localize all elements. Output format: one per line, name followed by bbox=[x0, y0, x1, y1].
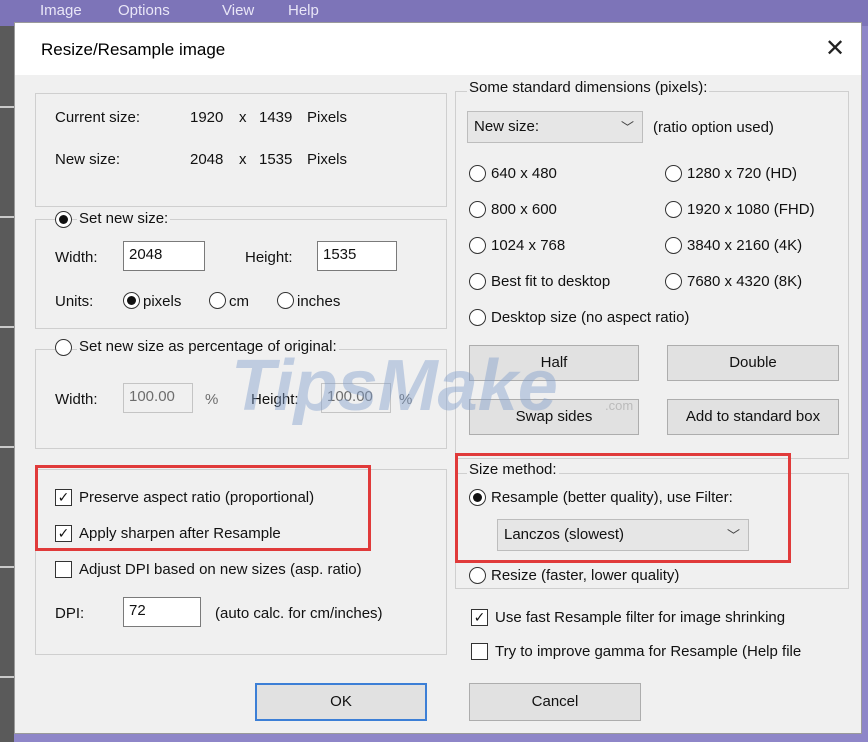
cancel-button[interactable]: Cancel bbox=[469, 683, 641, 721]
new-height-value: 1535 bbox=[259, 151, 293, 168]
std-800-label: 800 x 600 bbox=[491, 201, 557, 218]
dpi-input[interactable]: 72 bbox=[123, 597, 201, 627]
chevron-down-icon: ﹀ bbox=[620, 120, 634, 135]
best-fit-label: Best fit to desktop bbox=[491, 273, 611, 290]
pct-width-input[interactable]: 100.00 bbox=[123, 383, 193, 413]
resize-radio[interactable] bbox=[469, 567, 486, 584]
set-new-size-label: Set new size: bbox=[77, 210, 171, 227]
pct-width-label: Width: bbox=[55, 391, 98, 408]
dialog-title: Resize/Resample image bbox=[41, 40, 226, 59]
bg-menu-options[interactable]: Options bbox=[118, 2, 170, 19]
fast-resample-checkbox[interactable]: ✓ bbox=[471, 609, 488, 626]
set-new-size-group bbox=[35, 219, 447, 329]
close-button[interactable]: ✕ bbox=[815, 31, 855, 67]
new-x: x bbox=[239, 151, 247, 168]
width-label: Width: bbox=[55, 249, 98, 266]
std-3840-radio[interactable] bbox=[665, 237, 682, 254]
unit-pixels-radio[interactable] bbox=[123, 292, 140, 309]
highlight-box-size-method bbox=[455, 453, 791, 563]
new-unit: Pixels bbox=[307, 151, 348, 168]
height-label: Height: bbox=[245, 249, 293, 266]
new-size-dropdown[interactable]: New size: ﹀ bbox=[467, 111, 643, 143]
best-fit-radio[interactable] bbox=[469, 273, 486, 290]
close-icon: ✕ bbox=[824, 35, 846, 62]
dpi-note: (auto calc. for cm/inches) bbox=[215, 605, 383, 622]
fast-resample-label: Use fast Resample filter for image shrin… bbox=[495, 609, 786, 626]
current-x: x bbox=[239, 109, 247, 126]
desktop-size-label: Desktop size (no aspect ratio) bbox=[491, 309, 690, 326]
current-width-value: 1920 bbox=[190, 109, 224, 126]
std-1920-radio[interactable] bbox=[665, 201, 682, 218]
std-640-radio[interactable] bbox=[469, 165, 486, 182]
adjust-dpi-checkbox[interactable] bbox=[55, 561, 72, 578]
unit-cm-radio[interactable] bbox=[209, 292, 226, 309]
new-size-dropdown-value: New size: bbox=[474, 118, 540, 135]
ok-button[interactable]: OK bbox=[255, 683, 427, 721]
bg-menu-view[interactable]: View bbox=[222, 2, 254, 19]
std-1280-radio[interactable] bbox=[665, 165, 682, 182]
ratio-note: (ratio option used) bbox=[653, 119, 774, 136]
new-width-value: 2048 bbox=[190, 151, 224, 168]
highlight-box-options bbox=[35, 465, 371, 551]
std-7680-radio[interactable] bbox=[665, 273, 682, 290]
title-bar: Resize/Resample image ✕ bbox=[15, 23, 861, 75]
std-800-radio[interactable] bbox=[469, 201, 486, 218]
double-button[interactable]: Double bbox=[667, 345, 839, 381]
resize-label: Resize (faster, lower quality) bbox=[491, 567, 680, 584]
std-1280-label: 1280 x 720 (HD) bbox=[687, 165, 798, 182]
units-label: Units: bbox=[55, 293, 94, 310]
std-3840-label: 3840 x 2160 (4K) bbox=[687, 237, 803, 254]
std-1024-label: 1024 x 768 bbox=[491, 237, 566, 254]
bg-menu-image[interactable]: Image bbox=[40, 2, 82, 19]
unit-cm-label: cm bbox=[229, 293, 249, 310]
set-new-size-radio[interactable] bbox=[55, 211, 72, 228]
current-height-value: 1439 bbox=[259, 109, 293, 126]
gamma-label: Try to improve gamma for Resample (Help … bbox=[495, 643, 802, 660]
height-input[interactable]: 1535 bbox=[317, 241, 397, 271]
bg-menu-help[interactable]: Help bbox=[288, 2, 319, 19]
gamma-checkbox[interactable] bbox=[471, 643, 488, 660]
current-size-label: Current size: bbox=[55, 109, 141, 126]
watermark-suffix: .com bbox=[605, 398, 634, 413]
unit-inches-radio[interactable] bbox=[277, 292, 294, 309]
std-640-label: 640 x 480 bbox=[491, 165, 557, 182]
percentage-radio[interactable] bbox=[55, 339, 72, 356]
unit-inches-label: inches bbox=[297, 293, 341, 310]
desktop-size-radio[interactable] bbox=[469, 309, 486, 326]
background-image-strip bbox=[0, 26, 14, 742]
standard-dimensions-title: Some standard dimensions (pixels): bbox=[467, 79, 710, 96]
new-size-label: New size: bbox=[55, 151, 121, 168]
unit-pixels-label: pixels bbox=[143, 293, 182, 310]
dpi-label: DPI: bbox=[55, 605, 85, 622]
resize-dialog: Resize/Resample image ✕ Current size: 19… bbox=[14, 22, 862, 734]
current-unit: Pixels bbox=[307, 109, 348, 126]
add-to-standard-button[interactable]: Add to standard box bbox=[667, 399, 839, 435]
adjust-dpi-label: Adjust DPI based on new sizes (asp. rati… bbox=[79, 561, 362, 578]
std-1920-label: 1920 x 1080 (FHD) bbox=[687, 201, 815, 218]
std-1024-radio[interactable] bbox=[469, 237, 486, 254]
width-input[interactable]: 2048 bbox=[123, 241, 205, 271]
std-7680-label: 7680 x 4320 (8K) bbox=[687, 273, 803, 290]
pct-width-unit: % bbox=[205, 391, 219, 408]
watermark-logo: TipsMake bbox=[231, 346, 558, 426]
